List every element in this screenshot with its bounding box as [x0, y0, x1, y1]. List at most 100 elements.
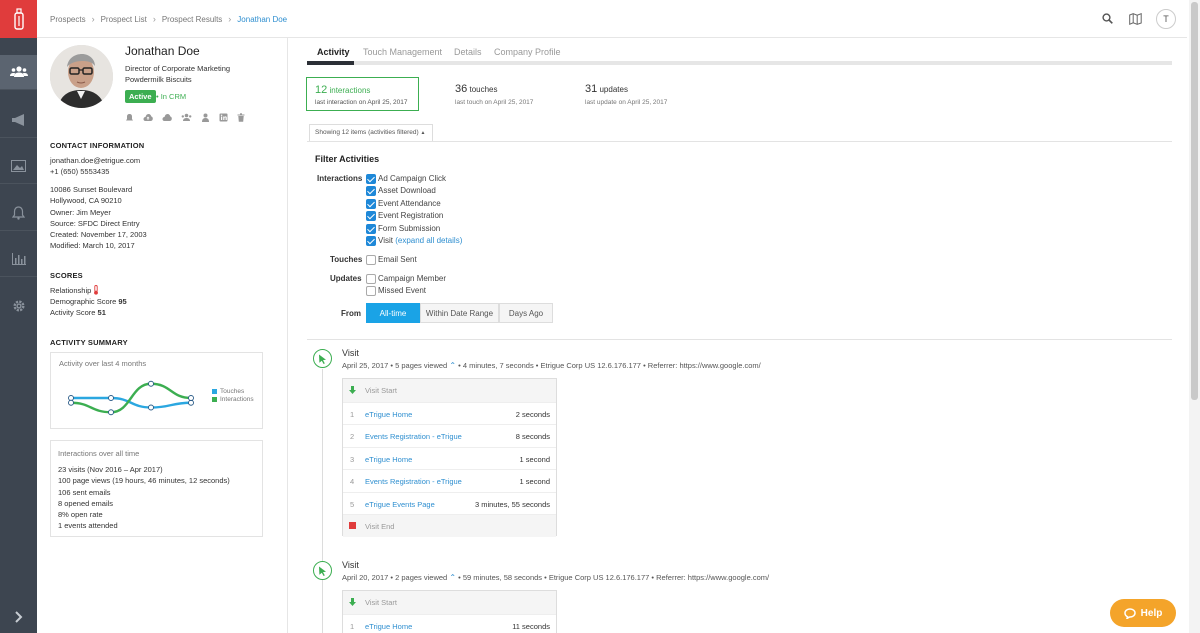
legend-interactions: Interactions	[220, 396, 254, 403]
data-point-interactions[interactable]	[148, 380, 154, 387]
profile-actions	[125, 113, 245, 122]
nav-alerts[interactable]	[0, 196, 37, 230]
visit-title: Visit	[342, 348, 359, 358]
visit-start-row: Visit Start	[343, 379, 556, 402]
nav-prospects[interactable]	[0, 55, 37, 89]
stat-interactions[interactable]: 12 interactions last interaction on Apri…	[306, 77, 419, 111]
visit-end-row: Visit End	[343, 514, 556, 537]
data-point-touches[interactable]	[148, 404, 154, 411]
checkbox-label: Event Registration	[378, 211, 444, 220]
overall-line: 8% open rate	[58, 510, 103, 519]
visit-meta: April 20, 2017 • 2 pages viewed ⌃ • 59 m…	[342, 573, 769, 582]
profile-name: Jonathan Doe	[125, 44, 200, 58]
visit-start-row: Visit Start	[343, 591, 556, 614]
page-link[interactable]: Events Registration - eTrigue	[365, 477, 462, 486]
page-link[interactable]: eTrigue Home	[365, 410, 412, 419]
stat-number: 36	[455, 83, 468, 95]
chevron-up-icon[interactable]: ⌃	[449, 361, 456, 370]
stat-sub: last update on April 25, 2017	[585, 99, 668, 106]
activity-chart-card: Activity over last 4 months Touches Inte…	[50, 352, 263, 429]
tab-details[interactable]: Details	[454, 47, 482, 57]
breadcrumb-prospects[interactable]: Prospects	[50, 15, 86, 24]
contact-email[interactable]: jonathan.doe@etrigue.com	[50, 155, 140, 166]
scrollbar-thumb[interactable]	[1191, 2, 1198, 400]
activity-chart-title: Activity over last 4 months	[59, 359, 147, 368]
overall-line: 8 opened emails	[58, 499, 114, 508]
trash-icon[interactable]	[237, 113, 245, 122]
checkbox-event-attendance[interactable]	[366, 199, 376, 209]
page-link[interactable]: eTrigue Home	[365, 455, 412, 464]
from-date-range-button[interactable]: Within Date Range	[420, 303, 499, 323]
contact-modified: Modified: March 10, 2017	[50, 241, 135, 250]
chevron-right-icon	[14, 611, 22, 623]
user-avatar[interactable]: T	[1156, 9, 1176, 29]
stat-touches[interactable]: 36 touches	[455, 83, 498, 95]
contact-phone[interactable]: +1 (650) 5553435	[50, 166, 109, 177]
bell-icon	[12, 206, 25, 220]
help-button[interactable]: Help	[1110, 599, 1176, 627]
nav-expand[interactable]	[0, 600, 37, 633]
profile-photo-image	[50, 45, 113, 108]
stat-updates[interactable]: 31 updates	[585, 83, 628, 95]
breadcrumb-separator: ›	[228, 14, 232, 24]
data-point-interactions[interactable]	[108, 409, 114, 416]
data-point-interactions[interactable]	[68, 399, 74, 406]
search-icon[interactable]	[1102, 13, 1113, 24]
group-icon[interactable]	[181, 113, 192, 122]
page-link[interactable]: eTrigue Events Page	[365, 500, 435, 509]
checkbox-ad-campaign-click[interactable]	[366, 174, 376, 184]
activity-line-chart	[68, 380, 194, 416]
overall-line: 106 sent emails	[58, 488, 111, 497]
checkbox-label: Email Sent	[378, 255, 417, 264]
image-icon	[11, 160, 26, 172]
nav-campaigns[interactable]	[0, 103, 37, 137]
from-label: From	[341, 309, 361, 318]
data-point-touches[interactable]	[68, 395, 74, 401]
checkbox-label: Campaign Member	[378, 274, 447, 283]
page-scrollbar[interactable]	[1189, 0, 1200, 633]
checkbox-email-sent[interactable]	[366, 255, 376, 265]
data-point-interactions[interactable]	[188, 395, 194, 401]
checkbox-missed-event[interactable]	[366, 286, 376, 296]
table-row: 3 eTrigue Home 1 second	[343, 446, 556, 470]
overall-line: 1 events attended	[58, 521, 118, 530]
data-point-touches[interactable]	[108, 395, 114, 401]
contact-address-line2: Hollywood, CA 90210	[50, 196, 122, 205]
status-badge: Active	[125, 90, 156, 103]
stat-number: 12	[315, 84, 328, 96]
expand-all-details-link[interactable]: (expand all details)	[395, 236, 462, 245]
cloud-upload-icon[interactable]	[143, 113, 153, 122]
row-number: 1	[350, 409, 355, 419]
nav-reports[interactable]	[0, 242, 37, 276]
visit-details: • 4 minutes, 7 seconds • Etrigue Corp US…	[458, 361, 761, 370]
chevron-up-icon[interactable]: ⌃	[449, 573, 456, 582]
brand-logo[interactable]	[0, 0, 37, 38]
stat-sub: last touch on April 25, 2017	[455, 99, 534, 106]
scores-heading: SCORES	[50, 271, 83, 280]
linkedin-icon[interactable]	[219, 113, 228, 122]
checkbox-campaign-member[interactable]	[366, 274, 376, 284]
salesforce-icon[interactable]	[125, 113, 134, 122]
cloud-icon[interactable]	[162, 113, 172, 122]
from-days-ago-button[interactable]: Days Ago	[499, 303, 553, 323]
thermometer-icon	[94, 285, 99, 295]
nav-settings[interactable]	[0, 289, 37, 323]
tab-activity[interactable]: Activity	[317, 47, 350, 57]
checkbox-visit[interactable]	[366, 236, 376, 246]
page-link[interactable]: Events Registration - eTrigue	[365, 432, 462, 441]
checkbox-event-registration[interactable]	[366, 211, 376, 221]
tab-company-profile[interactable]: Company Profile	[494, 47, 561, 57]
from-all-time-button[interactable]: All-time	[366, 303, 420, 323]
visit-title: Visit	[342, 560, 359, 570]
checkbox-form-submission[interactable]	[366, 224, 376, 234]
page-link[interactable]: eTrigue Home	[365, 622, 412, 631]
map-icon[interactable]	[1129, 13, 1142, 25]
tab-touch-management[interactable]: Touch Management	[363, 47, 442, 57]
person-icon[interactable]	[201, 113, 210, 122]
data-point-touches[interactable]	[188, 399, 194, 406]
breadcrumb-prospect-results[interactable]: Prospect Results	[162, 15, 222, 24]
filter-toggle[interactable]: Showing 12 items (activities filtered) ▲	[309, 124, 433, 141]
breadcrumb-prospect-list[interactable]: Prospect List	[101, 15, 147, 24]
checkbox-asset-download[interactable]	[366, 186, 376, 196]
nav-content[interactable]	[0, 149, 37, 183]
